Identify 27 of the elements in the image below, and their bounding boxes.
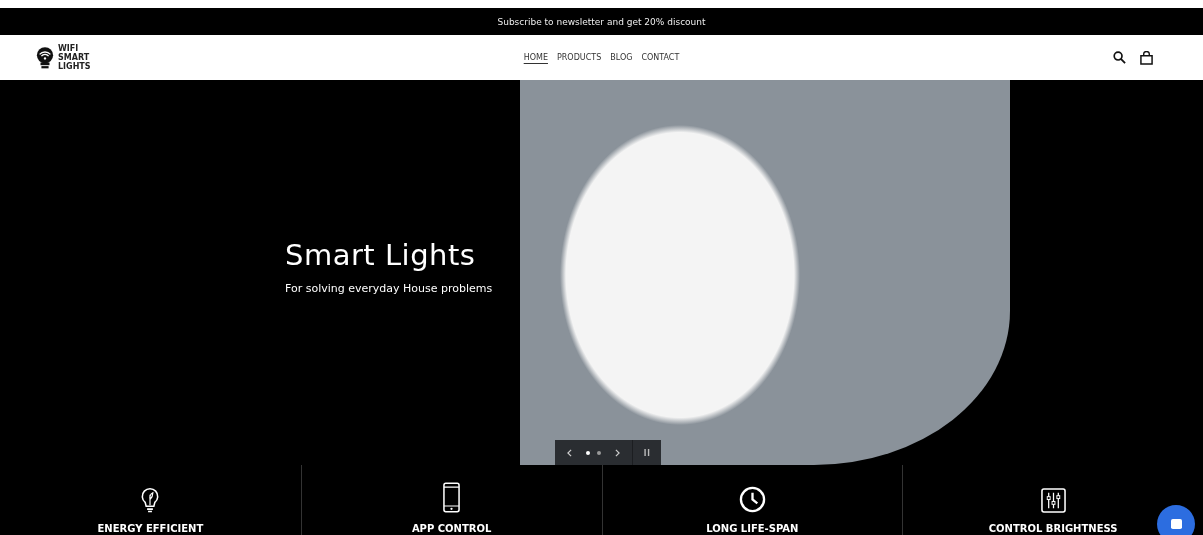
smartphone-icon (443, 482, 461, 513)
lightbulb-wifi-icon (36, 46, 54, 69)
hero-subtitle: For solving everyday House problems (285, 282, 493, 295)
announcement-text: Subscribe to newsletter and get 20% discount (497, 16, 706, 27)
nav-link[interactable]: PRODUCTS (556, 52, 602, 63)
nav-link[interactable]: HOME (523, 52, 548, 63)
search-icon[interactable] (1113, 50, 1126, 64)
feature-label: CONTROL BRIGHTNESS (988, 523, 1118, 534)
pause-icon (644, 449, 650, 456)
nav-link[interactable]: CONTACT (641, 52, 680, 63)
logo[interactable]: WIFI SMART LIGHTS (36, 44, 524, 71)
feature-label: APP CONTROL (411, 523, 492, 534)
chat-icon (1170, 518, 1182, 530)
sliders-icon (1040, 488, 1066, 513)
logo-text: WIFI (58, 44, 80, 53)
logo-text: LIGHTS (58, 62, 91, 71)
pause-button[interactable] (632, 440, 661, 465)
slide-dot[interactable] (586, 450, 590, 455)
feature-label: LONG LIFE-SPAN (706, 523, 799, 534)
lightbulb-icon (140, 486, 161, 513)
clock-icon (738, 486, 766, 513)
slide-dot[interactable] (597, 450, 601, 455)
hero-title: Smart Lights (285, 238, 477, 272)
feature-label: ENERGY EFFICIENT (97, 523, 204, 534)
nav-link[interactable]: BLOG (610, 52, 633, 63)
logo-text: SMART (58, 53, 91, 62)
shopping-bag-icon[interactable] (1140, 50, 1153, 65)
